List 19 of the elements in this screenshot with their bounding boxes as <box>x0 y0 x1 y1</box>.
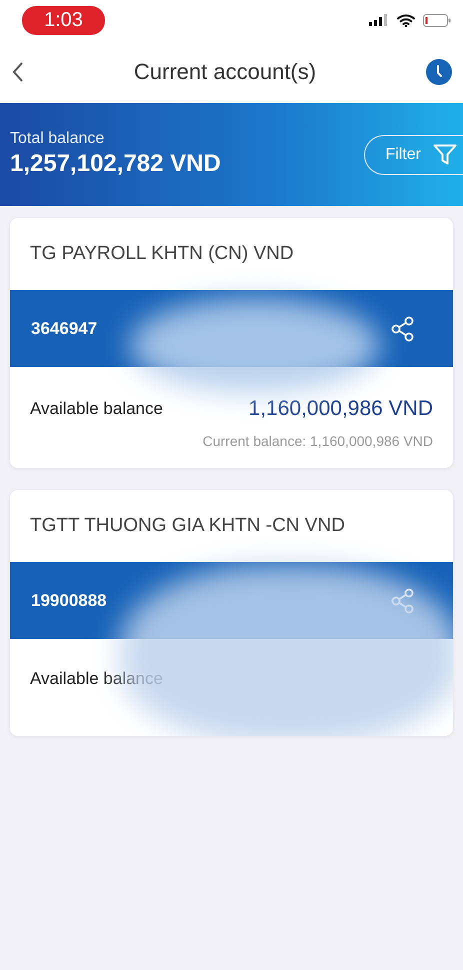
filter-icon <box>433 144 457 166</box>
page-title: Current account(s) <box>134 58 316 84</box>
account-name: TGTT THUONG GIA KHTN -CN VND <box>29 514 346 538</box>
share-icon[interactable] <box>391 316 415 342</box>
available-balance-amount: 1,160,000,986 VND <box>248 397 433 421</box>
account-number: 3646947 <box>31 318 98 338</box>
total-balance-amount: 1,257,102,782 VND <box>10 150 221 178</box>
current-balance-text: Current balance: 1,160,000,986 VND <box>202 433 433 450</box>
total-balance-label: Total balance <box>10 130 106 148</box>
status-time: 1:03 <box>22 6 105 34</box>
wifi-icon <box>397 14 415 26</box>
back-icon[interactable] <box>12 62 24 82</box>
account-name: TG PAYROLL KHTN (CN) VND <box>29 242 295 266</box>
available-balance-label: Available balance <box>30 399 163 419</box>
signal-icon <box>369 14 389 26</box>
battery-icon <box>423 14 451 26</box>
account-card[interactable]: TG PAYROLL KHTN (CN) VND 3646947 Available balance 1,160,000,986 VND Current balance: 1,160,000,986 VND <box>10 218 453 468</box>
clock-icon[interactable] <box>426 58 452 84</box>
account-number: 19900888 <box>31 590 107 610</box>
